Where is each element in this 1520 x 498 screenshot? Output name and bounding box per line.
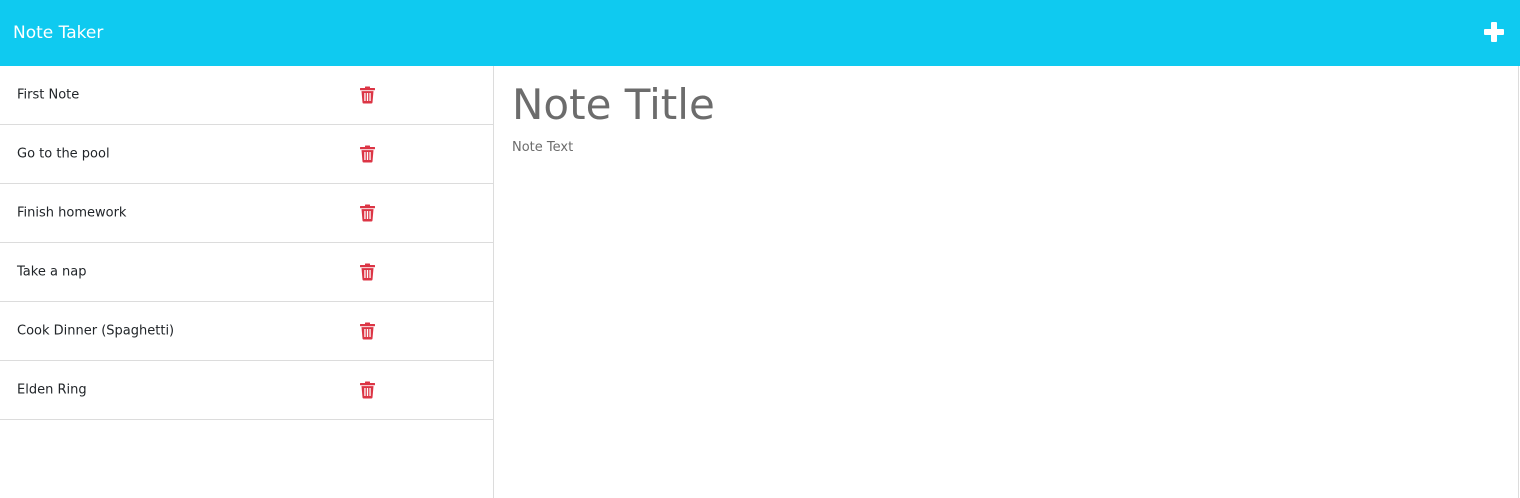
note-title[interactable]: First Note — [17, 88, 79, 103]
trash-icon[interactable] — [360, 204, 375, 222]
trash-icon[interactable] — [360, 322, 375, 340]
list-item[interactable]: First Note — [0, 66, 493, 125]
note-list: First Note Go to the pool Finish homewor… — [0, 66, 493, 420]
note-title[interactable]: Cook Dinner (Spaghetti) — [17, 324, 174, 339]
list-item[interactable]: Take a nap — [0, 243, 493, 302]
note-title[interactable]: Elden Ring — [17, 383, 87, 398]
note-editor — [494, 66, 1519, 498]
note-title[interactable]: Go to the pool — [17, 147, 110, 162]
trash-icon[interactable] — [360, 381, 375, 399]
list-item[interactable]: Cook Dinner (Spaghetti) — [0, 302, 493, 361]
note-title[interactable]: Take a nap — [17, 265, 87, 280]
navbar: Note Taker — [0, 0, 1520, 66]
note-title[interactable]: Finish homework — [17, 206, 126, 221]
note-list-sidebar: First Note Go to the pool Finish homewor… — [0, 66, 494, 498]
plus-icon[interactable] — [1482, 21, 1506, 45]
list-item[interactable]: Go to the pool — [0, 125, 493, 184]
trash-icon[interactable] — [360, 145, 375, 163]
trash-icon[interactable] — [360, 86, 375, 104]
note-text-input[interactable] — [512, 138, 1502, 478]
list-item[interactable]: Finish homework — [0, 184, 493, 243]
app-brand[interactable]: Note Taker — [13, 24, 103, 42]
trash-icon[interactable] — [360, 263, 375, 281]
note-title-input[interactable] — [512, 76, 1502, 132]
list-item[interactable]: Elden Ring — [0, 361, 493, 420]
